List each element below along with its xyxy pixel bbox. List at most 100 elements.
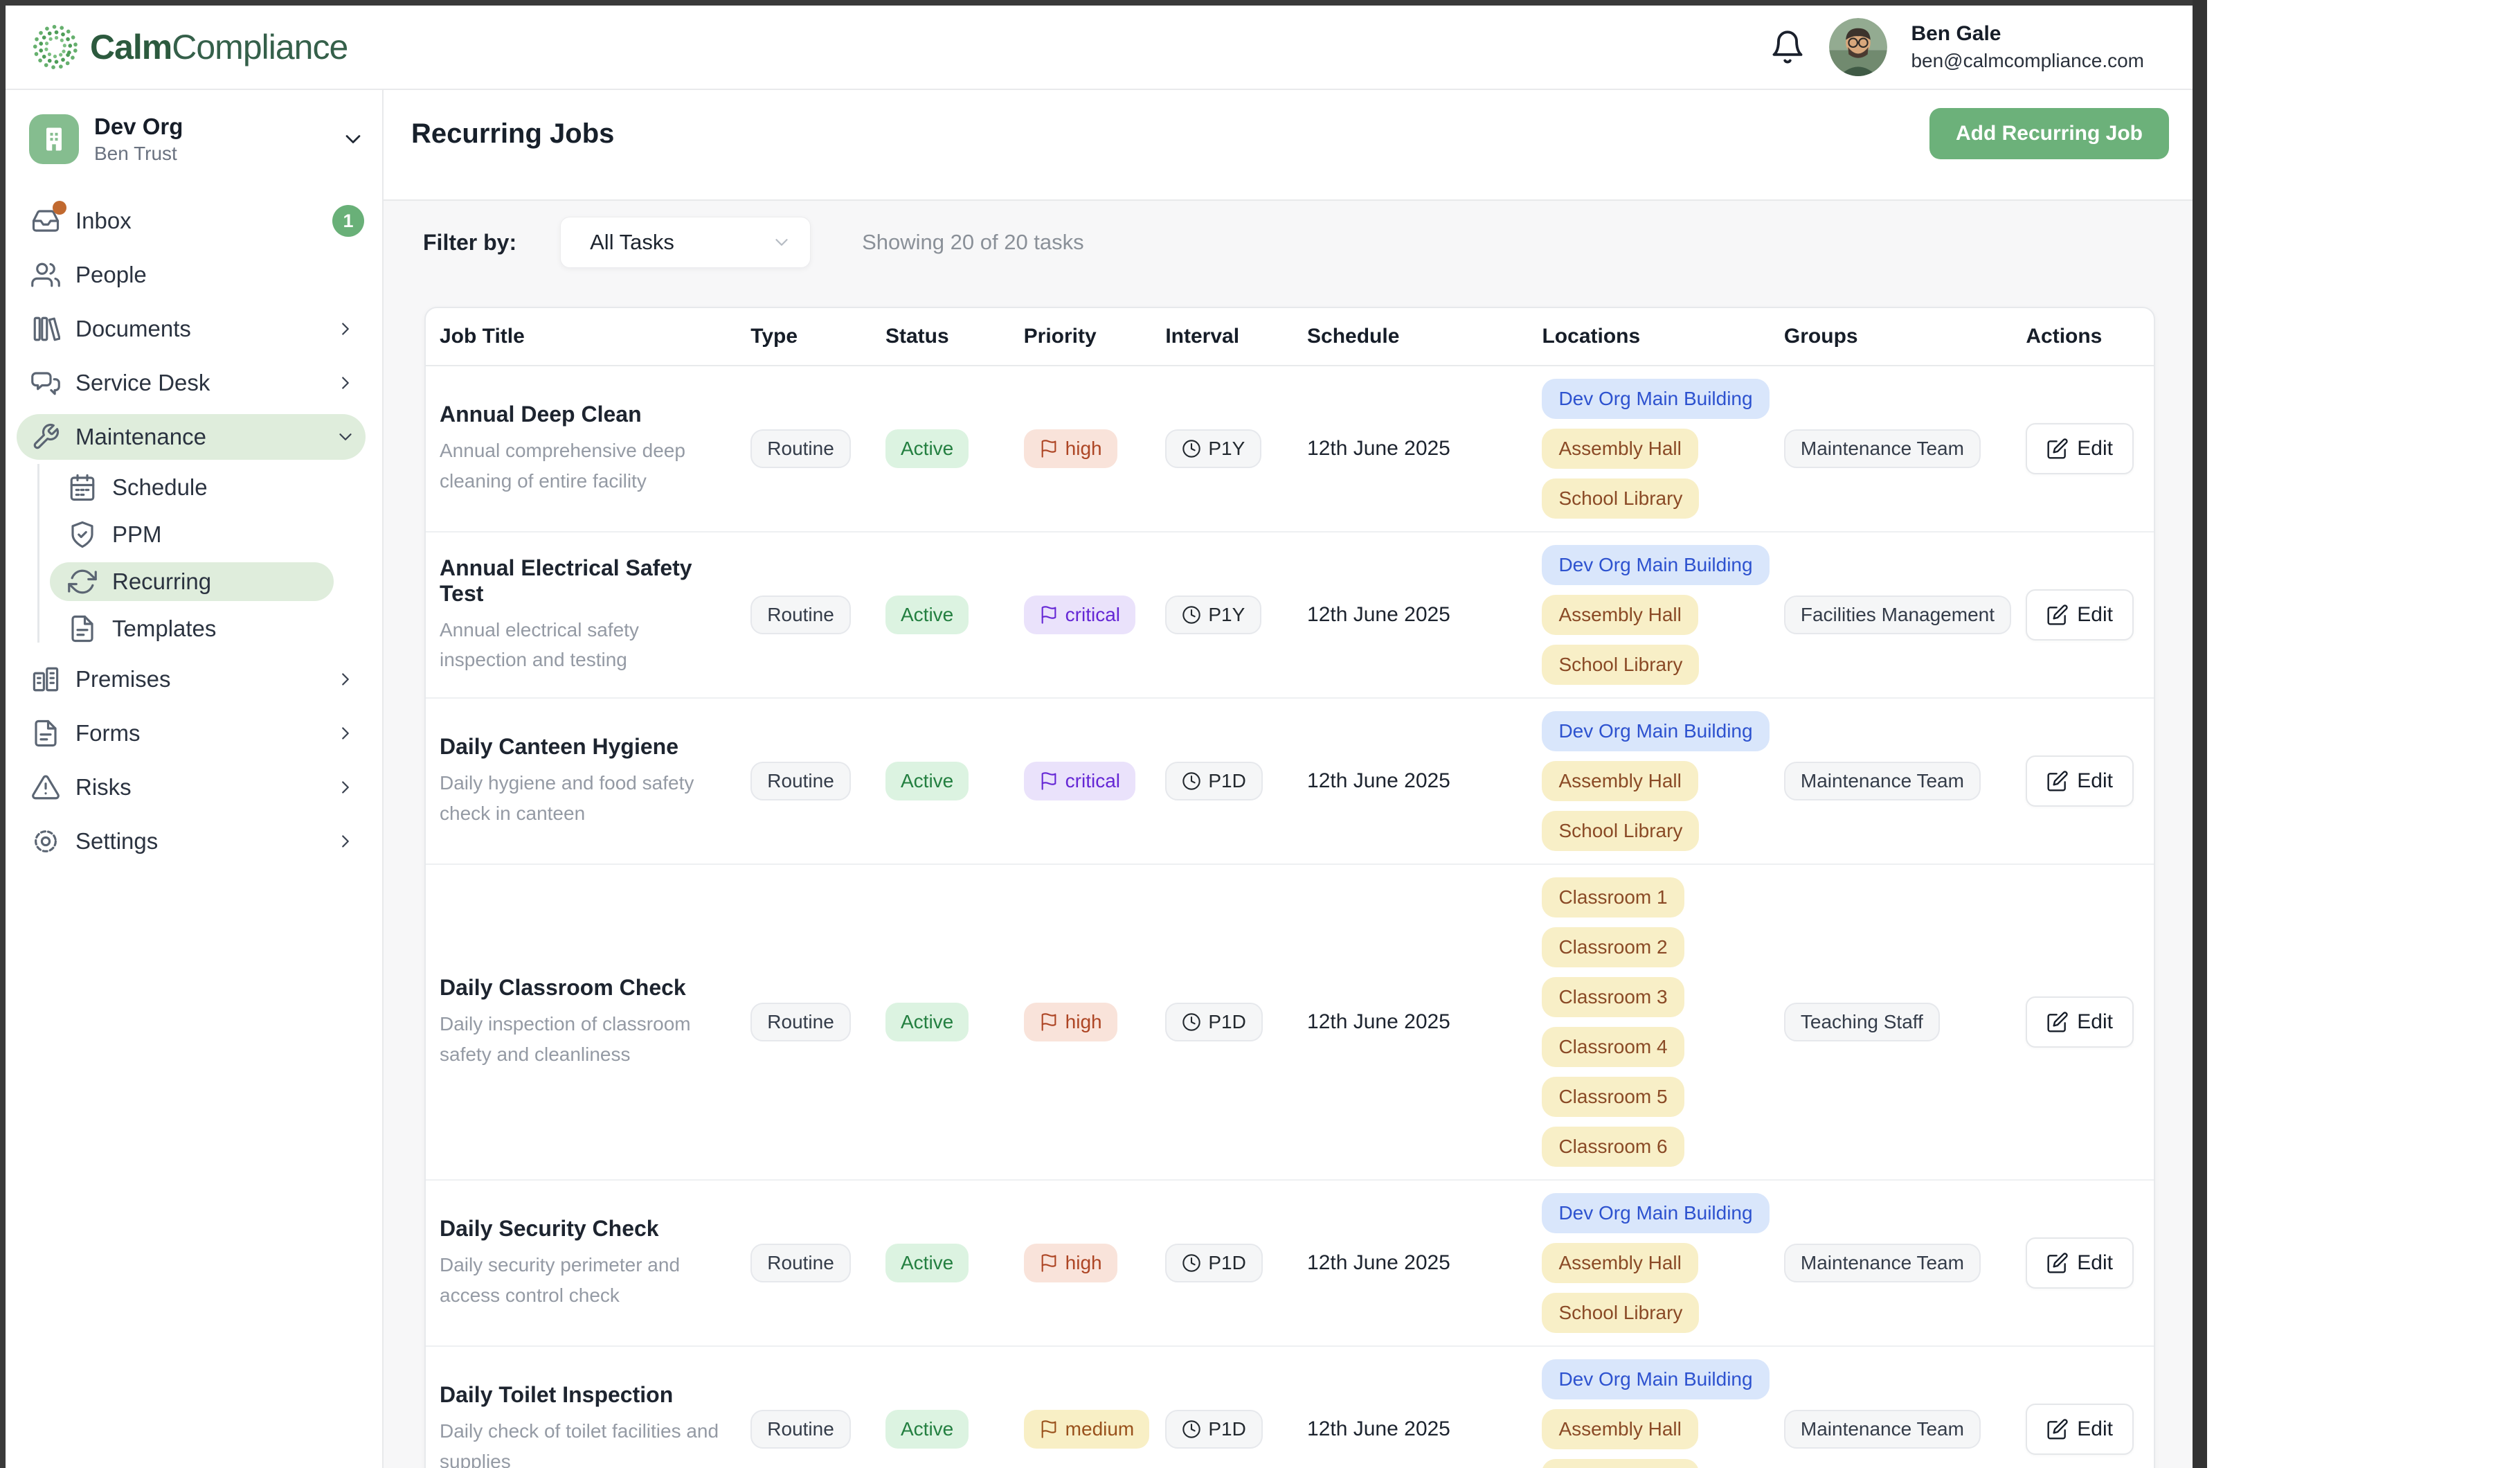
chevron-down-icon bbox=[335, 427, 356, 447]
topbar: CalmCompliance bbox=[6, 6, 2193, 90]
location-chip: Assembly Hall bbox=[1542, 429, 1698, 469]
shield-icon bbox=[68, 520, 97, 549]
locations-list: Dev Org Main BuildingAssembly HallSchool… bbox=[1528, 366, 1770, 531]
location-chip: Assembly Hall bbox=[1542, 595, 1698, 635]
column-header-schedule: Schedule bbox=[1293, 325, 1528, 348]
type-chip: Routine bbox=[750, 1244, 851, 1282]
status-chip: Active bbox=[885, 429, 969, 468]
org-avatar bbox=[29, 114, 79, 164]
unread-dot bbox=[53, 201, 66, 215]
sidebar-nav: Inbox1People Documents Service DeskMainten… bbox=[6, 194, 382, 868]
sidebar-item-ppm[interactable]: PPM bbox=[6, 511, 382, 558]
refresh-icon bbox=[68, 567, 97, 596]
file-icon bbox=[31, 719, 60, 748]
location-chip: Classroom 6 bbox=[1542, 1127, 1684, 1167]
clock-icon bbox=[1182, 439, 1201, 458]
location-chip: Classroom 3 bbox=[1542, 977, 1684, 1017]
priority-chip: critical bbox=[1024, 596, 1135, 634]
sidebar-item-settings[interactable]: Settings bbox=[6, 814, 382, 868]
schedule-date: 12th June 2025 bbox=[1307, 1010, 1450, 1034]
sidebar-item-label: Recurring bbox=[112, 569, 211, 595]
selection-pill bbox=[17, 764, 366, 810]
locations-list: Classroom 1Classroom 2Classroom 3Classro… bbox=[1528, 865, 1770, 1179]
sidebar-item-schedule[interactable]: Schedule bbox=[6, 464, 382, 511]
filter-select[interactable]: All Tasks bbox=[560, 217, 811, 268]
location-chip: Assembly Hall bbox=[1542, 1243, 1698, 1283]
job-title: Annual Electrical Safety Test bbox=[440, 555, 727, 607]
org-subtitle: Ben Trust bbox=[94, 143, 183, 165]
sidebar-item-documents[interactable]: Documents bbox=[6, 302, 382, 356]
sidebar-item-label: Forms bbox=[75, 720, 141, 746]
location-chip: Classroom 5 bbox=[1542, 1077, 1684, 1117]
schedule-date: 12th June 2025 bbox=[1307, 437, 1450, 460]
sidebar-item-label: PPM bbox=[112, 521, 162, 548]
column-header-type: Type bbox=[737, 325, 872, 348]
edit-button[interactable]: Edit bbox=[2026, 755, 2134, 807]
location-chip: School Library bbox=[1542, 1459, 1699, 1468]
user-email: ben@calmcompliance.com bbox=[1911, 50, 2144, 72]
flag-icon bbox=[1039, 439, 1059, 458]
inbox-count-badge: 1 bbox=[332, 205, 364, 237]
status-chip: Active bbox=[885, 1003, 969, 1041]
table-row: Daily Security Check Daily security peri… bbox=[426, 1179, 2154, 1345]
flag-icon bbox=[1039, 771, 1059, 791]
interval-chip: P1Y bbox=[1165, 429, 1261, 468]
sidebar-item-label: Settings bbox=[75, 828, 158, 854]
brand-name: CalmCompliance bbox=[90, 27, 348, 67]
user-menu[interactable]: Ben Gale ben@calmcompliance.com bbox=[1911, 22, 2144, 72]
chevron-down-icon bbox=[341, 127, 366, 152]
location-chip: School Library bbox=[1542, 1293, 1699, 1333]
job-description: Annual electrical safety inspection and … bbox=[440, 615, 639, 675]
sidebar-item-maintenance[interactable]: Maintenance bbox=[6, 410, 382, 464]
user-avatar[interactable] bbox=[1829, 18, 1887, 76]
interval-chip: P1D bbox=[1165, 1003, 1262, 1041]
column-header-job-title: Job Title bbox=[426, 325, 737, 348]
sidebar-item-inbox[interactable]: Inbox1 bbox=[6, 194, 382, 248]
location-chip: Dev Org Main Building bbox=[1542, 379, 1769, 419]
sidebar-item-templates[interactable]: Templates bbox=[6, 605, 382, 652]
table-row: Annual Electrical Safety Test Annual ele… bbox=[426, 531, 2154, 697]
priority-chip: critical bbox=[1024, 762, 1135, 800]
selection-pill bbox=[17, 656, 366, 702]
filter-selected-value: All Tasks bbox=[590, 230, 674, 255]
interval-chip: P1D bbox=[1165, 1410, 1262, 1449]
sidebar-item-people[interactable]: People bbox=[6, 248, 382, 302]
locations-list: Dev Org Main BuildingAssembly HallSchool… bbox=[1528, 699, 1770, 863]
window-frame-right bbox=[2193, 0, 2207, 1468]
chevron-right-icon bbox=[335, 319, 356, 339]
group-chip: Teaching Staff bbox=[1784, 1003, 1940, 1041]
sidebar-item-service-desk[interactable]: Service Desk bbox=[6, 356, 382, 410]
table-header-row: Job TitleTypeStatusPriorityIntervalSched… bbox=[426, 308, 2154, 366]
sidebar-item-premises[interactable]: Premises bbox=[6, 652, 382, 706]
column-header-priority: Priority bbox=[1010, 325, 1152, 348]
priority-chip: medium bbox=[1024, 1410, 1150, 1449]
edit-button[interactable]: Edit bbox=[2026, 1237, 2134, 1289]
sidebar-item-risks[interactable]: Risks bbox=[6, 760, 382, 814]
edit-button[interactable]: Edit bbox=[2026, 1404, 2134, 1455]
selection-pill bbox=[17, 252, 366, 298]
status-chip: Active bbox=[885, 1410, 969, 1449]
main-content: Recurring Jobs Add Recurring Job Filter … bbox=[384, 90, 2193, 1468]
locations-list: Dev Org Main BuildingAssembly HallSchool… bbox=[1528, 532, 1770, 697]
sidebar-item-label: Documents bbox=[75, 316, 191, 342]
job-description: Annual comprehensive deep cleaning of en… bbox=[440, 436, 685, 496]
flag-icon bbox=[1039, 605, 1059, 625]
edit-button[interactable]: Edit bbox=[2026, 423, 2134, 474]
type-chip: Routine bbox=[750, 429, 851, 468]
notifications-bell-icon[interactable] bbox=[1770, 29, 1806, 65]
sidebar-item-forms[interactable]: Forms bbox=[6, 706, 382, 760]
flag-icon bbox=[1039, 1012, 1059, 1032]
edit-button[interactable]: Edit bbox=[2026, 996, 2134, 1048]
edit-button[interactable]: Edit bbox=[2026, 589, 2134, 641]
table-row: Daily Toilet Inspection Daily check of t… bbox=[426, 1345, 2154, 1468]
sidebar-item-recurring[interactable]: Recurring bbox=[6, 558, 382, 605]
org-selector[interactable]: Dev Org Ben Trust bbox=[6, 90, 382, 165]
window-frame-left bbox=[0, 0, 6, 1468]
chevron-right-icon bbox=[335, 373, 356, 393]
wrench-icon bbox=[31, 422, 60, 451]
brand-logo: CalmCompliance bbox=[30, 22, 348, 72]
selection-pill bbox=[17, 818, 366, 864]
file-icon bbox=[68, 614, 97, 643]
edit-pencil-icon bbox=[2046, 604, 2069, 626]
add-recurring-job-button[interactable]: Add Recurring Job bbox=[1929, 108, 2169, 159]
